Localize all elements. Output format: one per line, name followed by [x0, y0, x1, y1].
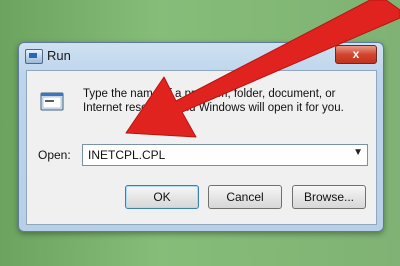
run-dialog: Run x Type the name of a program, folder…: [18, 42, 384, 232]
dialog-body: Type the name of a program, folder, docu…: [26, 70, 377, 225]
browse-button[interactable]: Browse...: [292, 185, 366, 209]
run-window-icon: [25, 49, 43, 64]
title-bar[interactable]: Run x: [19, 43, 383, 69]
run-program-icon: [40, 92, 64, 111]
instruction-text: Type the name of a program, folder, docu…: [83, 88, 344, 114]
button-bar: OK Cancel Browse...: [27, 170, 376, 224]
cancel-button[interactable]: Cancel: [208, 185, 282, 209]
window-title: Run: [47, 48, 71, 63]
ok-button[interactable]: OK: [125, 185, 199, 209]
close-button[interactable]: x: [335, 45, 377, 64]
dropdown-arrow-icon[interactable]: ▼: [353, 147, 363, 158]
open-label: Open:: [38, 148, 71, 162]
close-icon: x: [352, 47, 360, 61]
open-input[interactable]: INETCPL.CPL: [88, 148, 165, 162]
open-combobox[interactable]: INETCPL.CPL ▼: [82, 144, 368, 166]
